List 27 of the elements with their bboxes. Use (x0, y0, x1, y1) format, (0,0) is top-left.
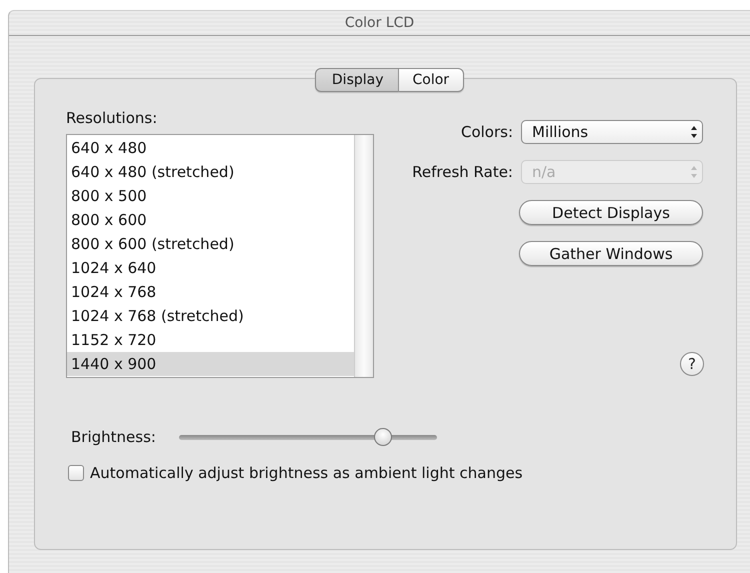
tab[interactable]: Color (398, 68, 464, 92)
resolution-item[interactable]: 1440 x 900 (67, 352, 354, 376)
help-button[interactable]: ? (680, 352, 704, 376)
resolution-item[interactable]: 1024 x 768 (stretched) (67, 304, 354, 328)
popup-menu[interactable]: Millions (521, 120, 703, 144)
scrollbar[interactable] (354, 135, 373, 377)
resolution-item[interactable]: 800 x 600 (stretched) (67, 232, 354, 256)
slider-thumb[interactable] (374, 428, 392, 446)
window-title: Color LCD (344, 15, 414, 31)
resolution-item[interactable]: 640 x 480 (67, 136, 354, 160)
stepper-arrows-icon (690, 165, 698, 179)
resolutions-label: Resolutions: (66, 109, 158, 127)
brightness-label: Brightness: (71, 428, 156, 446)
popup-label: Refresh Rate: (412, 163, 513, 181)
popup-label: Colors: (460, 123, 513, 141)
tab[interactable]: Display (314, 68, 399, 92)
push-button[interactable]: Gather Windows (519, 241, 703, 266)
resolution-item[interactable]: 1024 x 640 (67, 256, 354, 280)
resolution-item[interactable]: 1152 x 720 (67, 328, 354, 352)
checkbox[interactable] (68, 465, 84, 481)
resolution-item[interactable]: 640 x 480 (stretched) (67, 160, 354, 184)
stepper-arrows-icon (690, 125, 698, 139)
resolution-item[interactable]: 800 x 600 (67, 208, 354, 232)
push-button[interactable]: Detect Displays (519, 200, 703, 225)
resolution-item[interactable]: 800 x 500 (67, 184, 354, 208)
checkbox-label: Automatically adjust brightness as ambient light changes (90, 464, 523, 482)
resolution-item[interactable]: 1024 x 768 (67, 280, 354, 304)
